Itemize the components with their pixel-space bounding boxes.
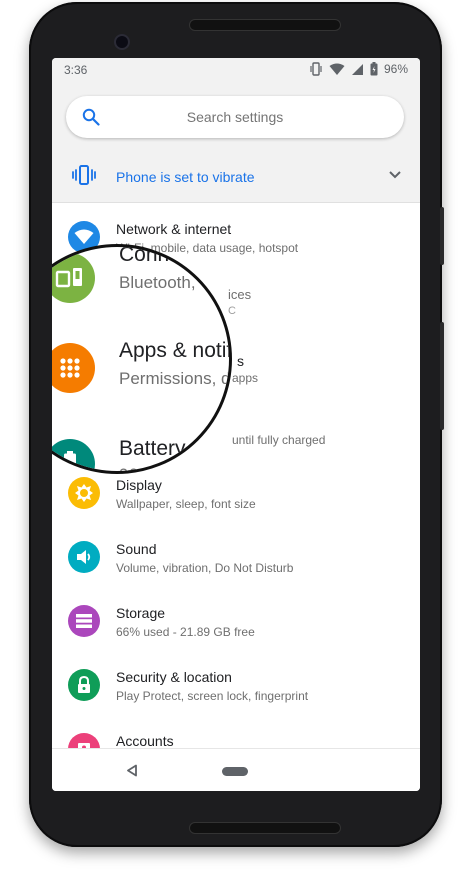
- lens-subtitle: Permissions, d: [119, 369, 231, 388]
- item-title: Storage: [116, 605, 166, 621]
- settings-item-display[interactable]: Display Wallpaper, sleep, font size: [52, 467, 420, 531]
- front-camera: [114, 34, 130, 50]
- settings-item-security[interactable]: Security & location Play Protect, screen…: [52, 659, 420, 723]
- item-title: Sound: [116, 541, 157, 557]
- earpiece-speaker: [189, 19, 341, 31]
- item-title: Display: [116, 477, 162, 493]
- search-bar[interactable]: Search settings: [66, 96, 404, 138]
- home-pill[interactable]: [222, 767, 248, 776]
- apps-icon: [52, 343, 95, 393]
- item-subtitle: Play Protect, screen lock, fingerprint: [116, 689, 309, 703]
- item-subtitle: 66% used - 21.89 GB free: [116, 625, 255, 639]
- settings-header: Search settings Phone is set to vibrate: [52, 82, 420, 203]
- volume-button: [440, 322, 444, 430]
- lens-subtitle: Bluetooth,: [119, 273, 196, 292]
- storage-icon: [68, 605, 100, 637]
- item-subtitle-fragment: ices: [228, 287, 252, 302]
- item-subtitle-fragment-small: C: [228, 305, 236, 317]
- signal-icon: [351, 63, 363, 75]
- item-title: Network & internet: [116, 221, 232, 237]
- lens-title: Battery: [119, 437, 186, 460]
- bottom-speaker: [189, 822, 341, 834]
- item-subtitle-fragment: apps: [232, 371, 259, 385]
- display-icon: [68, 477, 100, 509]
- battery-percent: 96%: [383, 62, 408, 76]
- settings-item-storage[interactable]: Storage 66% used - 21.89 GB free: [52, 595, 420, 659]
- back-icon[interactable]: [126, 764, 138, 777]
- wifi-icon: [329, 63, 345, 75]
- item-title: Security & location: [116, 669, 232, 685]
- status-bar: 3:36 96%: [52, 58, 420, 82]
- lens-title: Conne: [119, 244, 181, 266]
- vibrate-icon: [72, 165, 96, 185]
- vibrate-text: Phone is set to vibrate: [116, 169, 255, 185]
- navigation-bar: [52, 748, 420, 791]
- devices-icon: [52, 253, 95, 303]
- item-subtitle-fragment: until fully charged: [232, 433, 326, 447]
- chevron-down-icon[interactable]: [388, 170, 402, 180]
- search-placeholder: Search settings: [186, 109, 284, 125]
- screen: 3:36 96% Search settings Phone is set to…: [52, 58, 420, 791]
- vibrate-suggestion[interactable]: Phone is set to vibrate: [52, 154, 420, 198]
- lock-icon: [68, 669, 100, 701]
- battery-icon: [370, 62, 378, 76]
- status-time: 3:36: [64, 63, 88, 77]
- lens-title: Apps & notifi: [119, 339, 232, 362]
- settings-item-sound[interactable]: Sound Volume, vibration, Do Not Disturb: [52, 531, 420, 595]
- item-title-fragment: s: [237, 353, 244, 369]
- item-title: Accounts: [116, 733, 174, 749]
- status-icons: 96%: [309, 62, 408, 76]
- sound-icon: [68, 541, 100, 573]
- item-subtitle: Volume, vibration, Do Not Disturb: [116, 561, 294, 575]
- battery-icon: [52, 439, 95, 471]
- vibrate-icon: [310, 62, 322, 76]
- power-button: [440, 207, 444, 265]
- item-subtitle: Wallpaper, sleep, font size: [116, 497, 256, 511]
